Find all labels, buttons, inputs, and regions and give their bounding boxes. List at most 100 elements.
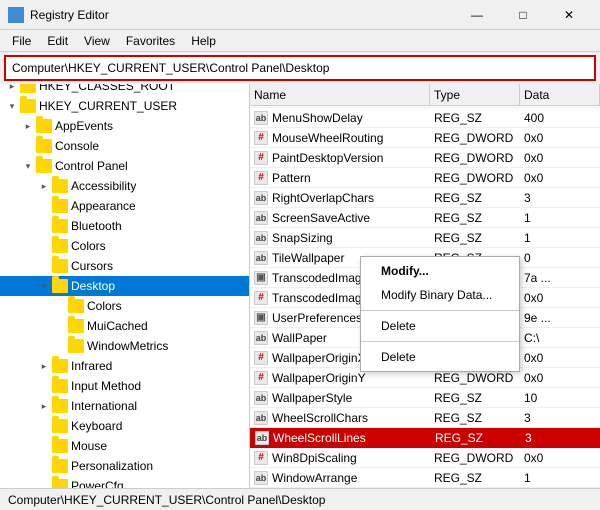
value-row[interactable]: abScreenSaveActiveREG_SZ1 <box>250 208 600 228</box>
tree-expander-console <box>20 138 36 154</box>
context-menu-item-modify[interactable]: Modify... <box>361 259 519 283</box>
menu-item-view[interactable]: View <box>76 32 118 50</box>
tree-item-appevents[interactable]: AppEvents <box>0 116 249 136</box>
cell-data: 3 <box>520 408 600 427</box>
value-row[interactable]: #PaintDesktopVersionREG_DWORD0x0 <box>250 148 600 168</box>
tree-item-powercfg[interactable]: PowerCfg <box>0 476 249 488</box>
col-header-name: Name <box>250 84 430 105</box>
tree-item-colors[interactable]: Colors <box>0 236 249 256</box>
context-menu-item-delete[interactable]: Delete <box>361 314 519 338</box>
value-row[interactable]: #PatternREG_DWORD0x0 <box>250 168 600 188</box>
tree-expander-desktop[interactable] <box>36 278 52 294</box>
tree-expander-appevents[interactable] <box>20 118 36 134</box>
value-row[interactable]: abRightOverlapCharsREG_SZ3 <box>250 188 600 208</box>
cell-data: 400 <box>520 108 600 127</box>
tree-expander-accessibility[interactable] <box>36 178 52 194</box>
value-row[interactable]: abSnapSizingREG_SZ1 <box>250 228 600 248</box>
value-row[interactable]: #MouseWheelRoutingREG_DWORD0x0 <box>250 128 600 148</box>
tree-item-hkcu[interactable]: HKEY_CURRENT_USER <box>0 96 249 116</box>
cell-data: 10 <box>520 388 600 407</box>
address-bar[interactable]: Computer\HKEY_CURRENT_USER\Control Panel… <box>4 55 596 81</box>
cell-name: abRightOverlapChars <box>250 188 430 207</box>
tree-expander-infrared[interactable] <box>36 358 52 374</box>
reg-type-icon: ab <box>254 471 268 485</box>
value-row[interactable]: #Win8DpiScalingREG_DWORD0x0 <box>250 448 600 468</box>
value-name-text: WheelScrollLines <box>273 431 366 445</box>
tree-item-keyboard[interactable]: Keyboard <box>0 416 249 436</box>
cell-name: abMenuShowDelay <box>250 108 430 127</box>
cell-data: 0x0 <box>520 288 600 307</box>
tree-item-accessibility[interactable]: Accessibility <box>0 176 249 196</box>
value-row[interactable]: abMenuShowDelayREG_SZ400 <box>250 108 600 128</box>
tree-label-windowmetrics: WindowMetrics <box>87 339 168 353</box>
folder-icon-powercfg <box>52 479 68 488</box>
tree-label-accessibility: Accessibility <box>71 179 136 193</box>
tree-item-bluetooth[interactable]: Bluetooth <box>0 216 249 236</box>
cell-type: REG_SZ <box>430 108 520 127</box>
menu-item-file[interactable]: File <box>4 32 39 50</box>
value-name-text: Win8DpiScaling <box>272 451 357 465</box>
context-menu-item-delete[interactable]: Delete <box>361 345 519 369</box>
folder-icon-hkcu <box>20 99 36 113</box>
minimize-button[interactable]: — <box>454 0 500 30</box>
close-button[interactable]: ✕ <box>546 0 592 30</box>
tree-panel[interactable]: ComputerHKEY_CLASSES_ROOTHKEY_CURRENT_US… <box>0 84 250 488</box>
tree-item-desktopcolors[interactable]: Colors <box>0 296 249 316</box>
value-name-text: TileWallpaper <box>272 251 344 265</box>
value-row[interactable]: abWheelScrollCharsREG_SZ3 <box>250 408 600 428</box>
tree-label-mouse: Mouse <box>71 439 107 453</box>
cell-name: abWindowArrange <box>250 468 430 487</box>
tree-item-inputmethod[interactable]: Input Method <box>0 376 249 396</box>
menu-item-help[interactable]: Help <box>183 32 224 50</box>
col-header-type: Type <box>430 84 520 105</box>
menu-item-edit[interactable]: Edit <box>39 32 76 50</box>
menu-item-favorites[interactable]: Favorites <box>118 32 183 50</box>
tree-label-muicached: MuiCached <box>87 319 148 333</box>
tree-item-controlpanel[interactable]: Control Panel <box>0 156 249 176</box>
tree-label-bluetooth: Bluetooth <box>71 219 122 233</box>
tree-item-international[interactable]: International <box>0 396 249 416</box>
tree-item-appearance[interactable]: Appearance <box>0 196 249 216</box>
folder-icon-international <box>52 399 68 413</box>
folder-icon-appearance <box>52 199 68 213</box>
tree-expander-controlpanel[interactable] <box>20 158 36 174</box>
tree-expander-keyboard <box>36 418 52 434</box>
tree-item-infrared[interactable]: Infrared <box>0 356 249 376</box>
cell-name: #MouseWheelRouting <box>250 128 430 147</box>
reg-type-icon: # <box>254 151 268 165</box>
reg-type-icon: # <box>254 451 268 465</box>
value-row[interactable]: abWallpaperStyleREG_SZ10 <box>250 388 600 408</box>
tree-expander-international[interactable] <box>36 398 52 414</box>
cell-type: REG_DWORD <box>430 128 520 147</box>
tree-item-desktop[interactable]: Desktop <box>0 276 249 296</box>
reg-type-icon: # <box>254 351 268 365</box>
cell-data: 0x0 <box>520 168 600 187</box>
maximize-button[interactable]: □ <box>500 0 546 30</box>
tree-expander-muicached <box>52 318 68 334</box>
context-menu-separator <box>361 310 519 311</box>
tree-item-hkcr[interactable]: HKEY_CLASSES_ROOT <box>0 84 249 96</box>
cell-type: REG_SZ <box>430 388 520 407</box>
tree-item-cursors[interactable]: Cursors <box>0 256 249 276</box>
tree-expander-hkcu[interactable] <box>4 98 20 114</box>
tree-label-desktopcolors: Colors <box>87 299 122 313</box>
tree-item-windowmetrics[interactable]: WindowMetrics <box>0 336 249 356</box>
reg-type-icon: # <box>254 291 268 305</box>
tree-item-personalization[interactable]: Personalization <box>0 456 249 476</box>
value-row[interactable]: abWindowArrangeREG_SZ1 <box>250 468 600 488</box>
reg-type-icon: ▣ <box>254 311 268 325</box>
value-row[interactable]: abWheelScrollLinesREG_SZ3 <box>250 428 600 448</box>
app-title: Registry Editor <box>30 8 109 22</box>
cell-name: abWheelScrollChars <box>250 408 430 427</box>
tree-expander-hkcr[interactable] <box>4 84 20 94</box>
folder-icon-colors <box>52 239 68 253</box>
value-name-text: WallPaper <box>272 331 327 345</box>
values-panel[interactable]: Name Type Data #MaxMonitorDimensionREG_D… <box>250 84 600 488</box>
context-menu-item-modify-binary[interactable]: Modify Binary Data... <box>361 283 519 307</box>
tree-item-mouse[interactable]: Mouse <box>0 436 249 456</box>
tree-item-muicached[interactable]: MuiCached <box>0 316 249 336</box>
value-name-text: WallpaperOriginX <box>272 351 366 365</box>
context-menu: Modify...Modify Binary Data... Delete Dele… <box>360 256 520 372</box>
cell-type: REG_SZ <box>430 228 520 247</box>
tree-item-console[interactable]: Console <box>0 136 249 156</box>
